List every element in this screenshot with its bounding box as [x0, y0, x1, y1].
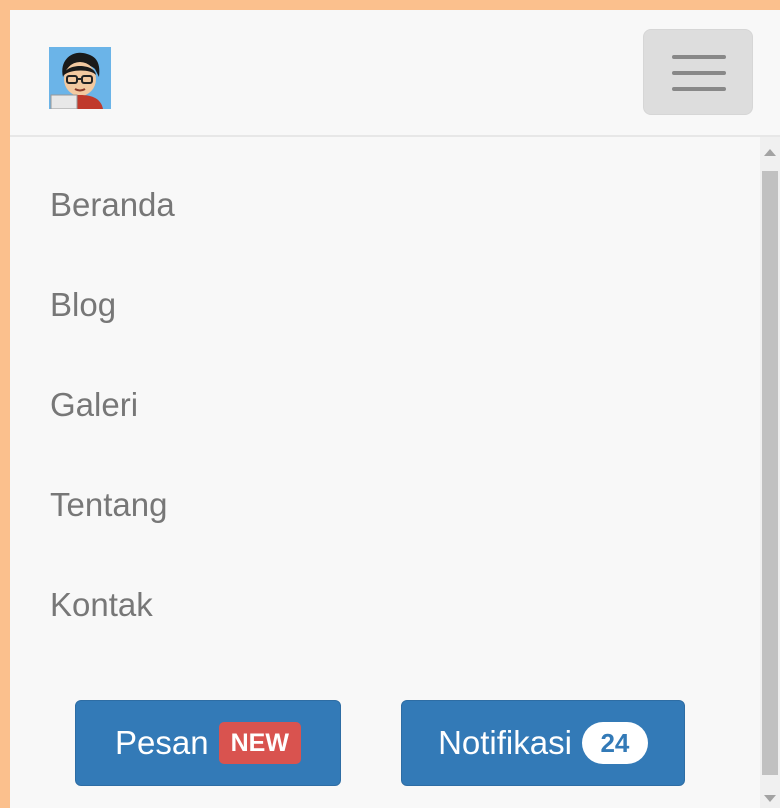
new-label-badge: NEW	[218, 722, 301, 764]
nav-item-galeri[interactable]: Galeri	[50, 355, 175, 455]
scroll-down-arrow-icon[interactable]	[764, 795, 776, 802]
scroll-up-arrow-icon[interactable]	[764, 149, 776, 156]
pesan-button-label: Pesan	[115, 724, 209, 761]
avatar-icon[interactable]	[49, 47, 111, 109]
navbar	[10, 10, 780, 137]
notifikasi-button[interactable]: Notifikasi 24	[401, 700, 685, 786]
scroll-thumb[interactable]	[762, 171, 778, 775]
menu-toggle-button[interactable]	[643, 29, 753, 115]
nav-item-kontak[interactable]: Kontak	[50, 555, 175, 655]
hamburger-bar	[672, 71, 726, 75]
nav-item-beranda[interactable]: Beranda	[50, 155, 175, 255]
hamburger-bar	[672, 87, 726, 91]
notifikasi-button-label: Notifikasi	[438, 724, 572, 761]
vertical-scrollbar[interactable]	[760, 137, 780, 808]
nav-item-blog[interactable]: Blog	[50, 255, 175, 355]
collapsed-menu: Beranda Blog Galeri Tentang Kontak Pesan…	[10, 137, 760, 808]
pesan-button[interactable]: Pesan NEW	[75, 700, 341, 786]
nav-item-tentang[interactable]: Tentang	[50, 455, 175, 555]
browser-frame: Beranda Blog Galeri Tentang Kontak Pesan…	[10, 10, 780, 808]
notification-count-badge: 24	[581, 722, 648, 764]
nav-list: Beranda Blog Galeri Tentang Kontak	[50, 155, 175, 655]
hamburger-menu-icon	[672, 55, 726, 59]
